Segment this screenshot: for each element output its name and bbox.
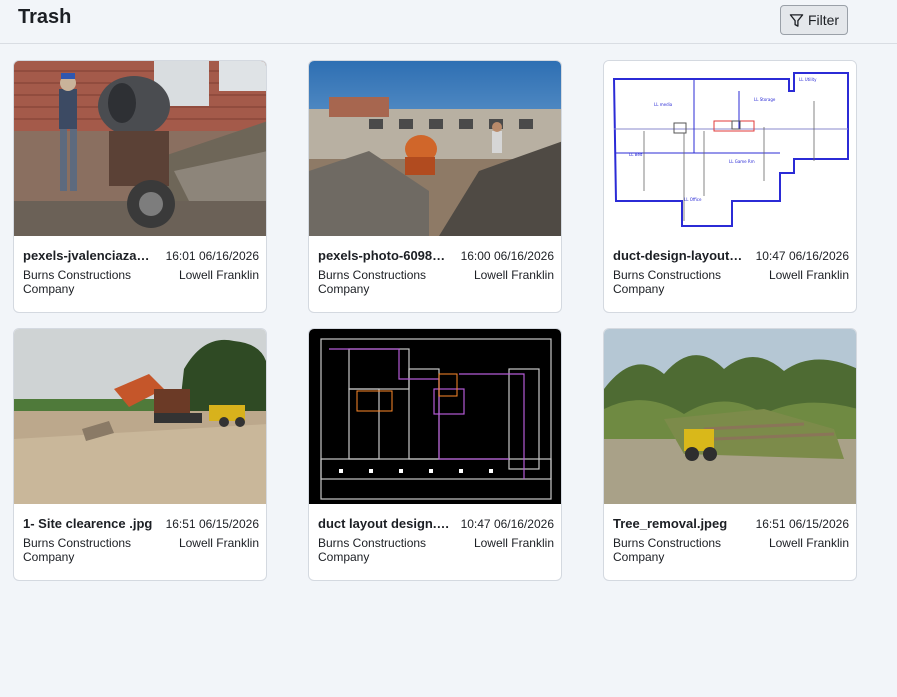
file-card[interactable]: duct layout design.png 10:47 06/16/2026 … [308, 328, 562, 581]
file-card[interactable]: pexels-jvalenciazambrano-2219024.jpg 16:… [13, 60, 267, 313]
page-header: Trash Filter [0, 0, 897, 44]
file-card[interactable]: LL media LL Storage LL Utility LL Bed LL G… [603, 60, 857, 313]
file-name: 1- Site clearence .jpg [23, 516, 153, 531]
file-thumbnail [604, 329, 856, 504]
file-timestamp: 16:51 06/15/2026 [755, 517, 849, 531]
file-timestamp: 16:01 06/16/2026 [165, 249, 259, 263]
svg-text:LL media: LL media [654, 102, 673, 107]
file-timestamp: 10:47 06/16/2026 [460, 517, 554, 531]
svg-text:LL Storage: LL Storage [754, 97, 776, 102]
file-timestamp: 10:47 06/16/2026 [755, 249, 849, 263]
filter-label: Filter [807, 12, 840, 28]
svg-text:LL Office: LL Office [684, 197, 702, 202]
file-card[interactable]: pexels-photo-6098035.jpg 16:00 06/16/202… [308, 60, 562, 313]
file-thumbnail: LL media LL Storage LL Utility LL Bed LL G… [604, 61, 856, 236]
file-company: Burns Constructions Company [318, 536, 427, 564]
file-name: duct-design-layout.png [613, 248, 745, 263]
file-company: Burns Constructions Company [613, 268, 722, 296]
file-company: Burns Constructions Company [23, 268, 132, 296]
file-thumbnail [14, 329, 266, 504]
filter-button[interactable]: Filter [780, 5, 848, 35]
file-card[interactable]: 1- Site clearence .jpg 16:51 06/15/2026 … [13, 328, 267, 581]
file-name: pexels-jvalenciazambrano-2219024.jpg [23, 248, 155, 263]
file-owner: Lowell Franklin [768, 536, 849, 550]
svg-text:LL Utility: LL Utility [799, 77, 817, 82]
file-thumbnail [14, 61, 266, 236]
file-name: Tree_removal.jpeg [613, 516, 728, 531]
file-thumbnail [309, 61, 561, 236]
funnel-icon [789, 13, 804, 27]
svg-text:LL Game Rm: LL Game Rm [729, 159, 755, 164]
file-company: Burns Constructions Company [318, 268, 427, 296]
file-owner: Lowell Franklin [178, 268, 259, 282]
file-card[interactable]: Tree_removal.jpeg 16:51 06/15/2026 Burns… [603, 328, 857, 581]
file-owner: Lowell Franklin [768, 268, 849, 282]
file-name: duct layout design.png [318, 516, 450, 531]
file-owner: Lowell Franklin [473, 536, 554, 550]
file-company: Burns Constructions Company [23, 536, 132, 564]
file-owner: Lowell Franklin [473, 268, 554, 282]
page-title: Trash [18, 6, 72, 28]
svg-text:LL Bed: LL Bed [629, 152, 643, 157]
file-thumbnail [309, 329, 561, 504]
file-timestamp: 16:51 06/15/2026 [165, 517, 259, 531]
file-company: Burns Constructions Company [613, 536, 722, 564]
file-owner: Lowell Franklin [178, 536, 259, 550]
file-timestamp: 16:00 06/16/2026 [460, 249, 554, 263]
file-name: pexels-photo-6098035.jpg [318, 248, 450, 263]
